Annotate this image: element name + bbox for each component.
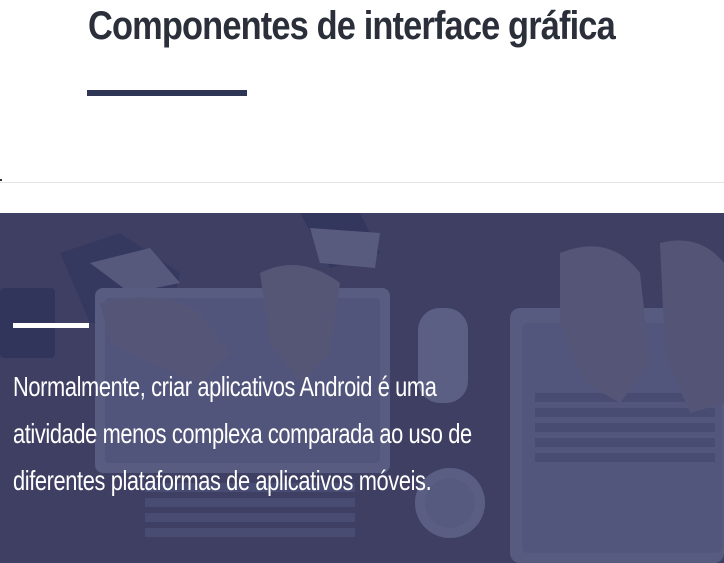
- edge-mark: [0, 179, 2, 181]
- title-underline: [87, 90, 247, 96]
- page-title: Componentes de interface gráfica: [88, 4, 616, 48]
- page: Componentes de interface gráfica Normalm…: [0, 0, 724, 563]
- hero-accent-line: [13, 323, 89, 328]
- hero-text: Normalmente, criar aplicativos Android é…: [13, 371, 472, 496]
- hero-banner: Normalmente, criar aplicativos Android é…: [0, 213, 724, 563]
- header-divider: [0, 182, 724, 183]
- section-header: Componentes de interface gráfica: [0, 0, 724, 183]
